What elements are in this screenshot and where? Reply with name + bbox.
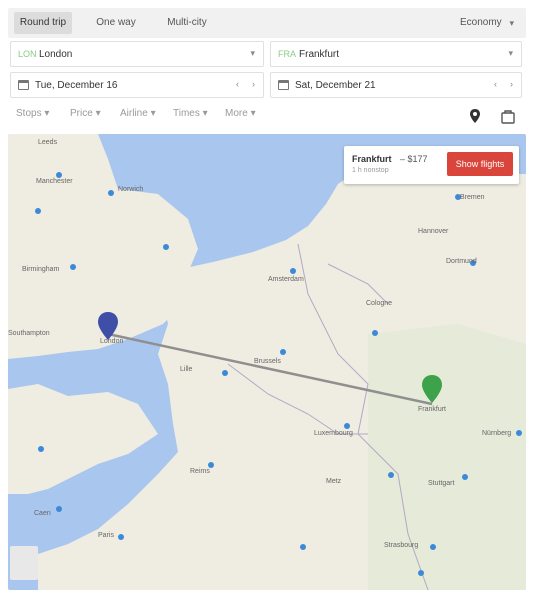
map-label: Luxembourg (314, 430, 353, 437)
map-label: London (100, 338, 124, 345)
map-label: Brussels (254, 358, 281, 365)
map-label: Reims (190, 468, 210, 475)
depart-date-value: Tue, December 16 (35, 80, 118, 91)
city-dot[interactable] (118, 534, 124, 540)
city-dot[interactable] (163, 244, 169, 250)
map-label: Bremen (460, 194, 485, 201)
map-label: Norwich (118, 186, 144, 193)
origin-field[interactable]: LON London ▾ (10, 41, 264, 67)
depart-date-field[interactable]: Tue, December 16 ‹ › (10, 72, 264, 98)
map-label: Dortmund (446, 258, 477, 265)
chevron-left-icon[interactable]: ‹ (236, 79, 239, 89)
map-label: Strasbourg (384, 542, 419, 549)
city-dot[interactable] (56, 506, 62, 512)
destination-code: FRA (278, 49, 296, 59)
city-dot[interactable] (70, 264, 76, 270)
show-flights-button[interactable]: Show flights (447, 152, 513, 176)
map-label: Caen (34, 510, 51, 517)
city-dot[interactable] (372, 330, 378, 336)
info-price: – $177 (400, 154, 428, 164)
chevron-down-icon: ▾ (250, 48, 255, 58)
map-label: Cologne (366, 300, 393, 307)
origin-code: LON (18, 49, 37, 59)
map-label: Southampton (8, 330, 50, 337)
city-dot[interactable] (388, 472, 394, 478)
map-label: Hannover (418, 228, 449, 235)
map-label: Manchester (36, 178, 73, 185)
city-dot[interactable] (418, 570, 424, 576)
map-label: Stuttgart (428, 480, 455, 487)
filter-label: Stops (16, 108, 42, 119)
map-label: Frankfurt (418, 406, 447, 413)
info-destination: Frankfurt (352, 154, 392, 164)
tab-one-way[interactable]: One way (88, 12, 144, 34)
cabin-class-value: Economy (460, 17, 502, 28)
cabin-class-select[interactable]: Economy ▾ (452, 12, 520, 34)
destination-field[interactable]: FRA Frankfurt ▾ (270, 41, 522, 67)
calendar-icon (278, 80, 289, 90)
filter-label: Airline (120, 108, 148, 119)
city-dot[interactable] (290, 268, 296, 274)
route-map[interactable]: Leeds Manchester Norwich Birmingham Sout… (8, 134, 526, 590)
map-label: Paris (98, 532, 114, 539)
city-dot[interactable] (108, 190, 114, 196)
tab-round-trip[interactable]: Round trip (14, 12, 72, 34)
city-dot[interactable] (516, 430, 522, 436)
city-dot[interactable] (344, 423, 350, 429)
pegman-control[interactable] (10, 546, 38, 580)
city-dot[interactable] (38, 446, 44, 452)
map-label: Metz (326, 478, 342, 485)
map-pin-icon[interactable] (468, 108, 482, 124)
info-subtitle: 1 h nonstop (352, 167, 389, 174)
city-dot[interactable] (430, 544, 436, 550)
destination-info-card[interactable]: Frankfurt – $177 1 h nonstop Show flight… (344, 146, 519, 184)
city-dot[interactable] (462, 474, 468, 480)
map-label: Birmingham (22, 266, 60, 273)
flight-search-app: Round trip One way Multi-city Economy ▾ … (0, 0, 535, 596)
map-label: Amsterdam (268, 276, 304, 283)
map-label: Leeds (38, 139, 58, 146)
return-date-value: Sat, December 21 (295, 80, 376, 91)
filter-airline[interactable]: Airline ▾ (120, 108, 156, 119)
filter-label: More (225, 108, 248, 119)
filter-label: Price (70, 108, 93, 119)
filter-more[interactable]: More ▾ (225, 108, 256, 119)
city-dot[interactable] (280, 349, 286, 355)
chevron-down-icon: ▾ (509, 18, 514, 28)
tab-multi-city[interactable]: Multi-city (158, 12, 216, 34)
origin-value: London (39, 49, 73, 60)
chevron-left-icon[interactable]: ‹ (494, 79, 497, 89)
return-date-field[interactable]: Sat, December 21 ‹ › (270, 72, 522, 98)
chevron-right-icon[interactable]: › (252, 79, 255, 89)
map-label: Nürnberg (482, 430, 512, 437)
filter-label: Times (173, 108, 200, 119)
city-dot[interactable] (222, 370, 228, 376)
filter-stops[interactable]: Stops ▾ (16, 108, 49, 119)
bag-icon[interactable] (500, 108, 516, 124)
filter-price[interactable]: Price ▾ (70, 108, 101, 119)
trip-type-bar: Round trip One way Multi-city Economy ▾ (8, 8, 526, 38)
city-dot[interactable] (35, 208, 41, 214)
destination-value: Frankfurt (299, 49, 340, 60)
chevron-down-icon: ▾ (508, 48, 513, 58)
calendar-icon (18, 80, 29, 90)
city-dot[interactable] (300, 544, 306, 550)
filter-times[interactable]: Times ▾ (173, 108, 208, 119)
map-label: Lille (180, 366, 193, 373)
chevron-right-icon[interactable]: › (510, 79, 513, 89)
